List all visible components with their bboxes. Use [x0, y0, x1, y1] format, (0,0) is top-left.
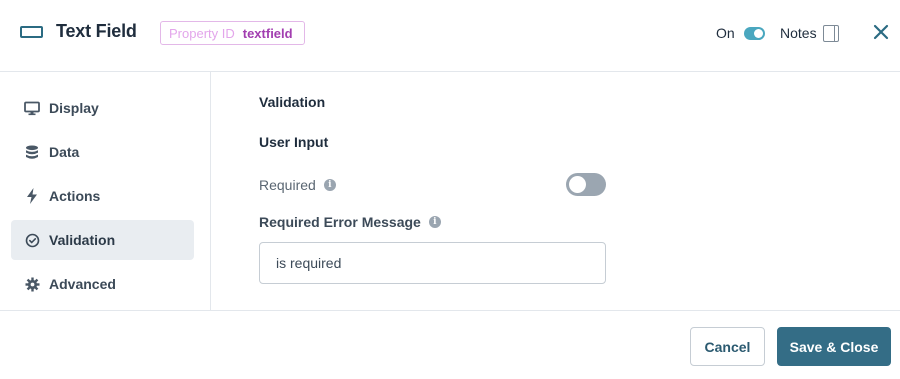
required-label-text: Required [259, 177, 316, 193]
sidebar-item-actions[interactable]: Actions [11, 176, 194, 216]
notes-panel-icon[interactable] [823, 25, 839, 42]
toggle-knob [569, 176, 586, 193]
cancel-button[interactable]: Cancel [690, 327, 765, 366]
info-icon[interactable]: i [428, 216, 441, 228]
modal-title: Text Field [56, 21, 137, 41]
info-icon[interactable]: i [323, 179, 336, 191]
error-message-label: Required Error Message i [259, 214, 441, 230]
close-icon[interactable] [872, 23, 890, 41]
lightning-icon [24, 188, 40, 204]
sidebar-item-label: Display [49, 100, 99, 116]
subsection-title: User Input [259, 134, 329, 150]
section-title: Validation [259, 94, 326, 110]
sidebar-item-display[interactable]: Display [11, 88, 194, 128]
gear-icon [24, 276, 40, 292]
text-field-icon [20, 26, 43, 38]
sidebar-item-validation[interactable]: Validation [11, 220, 194, 260]
on-label: On [716, 25, 735, 41]
sidebar-item-label: Validation [49, 232, 116, 248]
sidebar-item-advanced[interactable]: Advanced [11, 264, 194, 304]
property-id-value: textfield [242, 25, 293, 41]
sidebar-item-label: Advanced [49, 276, 116, 292]
error-message-input[interactable] [259, 242, 606, 284]
monitor-icon [24, 100, 40, 116]
error-message-label-text: Required Error Message [259, 214, 421, 230]
save-close-button[interactable]: Save & Close [777, 327, 891, 366]
notes-label[interactable]: Notes [780, 25, 817, 41]
database-icon [24, 144, 40, 160]
modal-header: Text Field Property ID textfield On Note… [0, 0, 900, 72]
property-id-label: Property ID [169, 25, 235, 41]
sidebar-item-data[interactable]: Data [11, 132, 194, 172]
required-label: Required i [259, 177, 336, 193]
sidebar-item-label: Actions [49, 188, 101, 204]
toggle-knob [754, 29, 763, 38]
required-toggle[interactable] [566, 173, 606, 196]
sidebar-item-label: Data [49, 144, 80, 160]
modal-footer: Cancel Save & Close [0, 310, 900, 379]
on-toggle[interactable] [744, 27, 765, 40]
sidebar-nav: Display Data Actions Validation Advanced [0, 72, 211, 310]
property-id-badge[interactable]: Property ID textfield [160, 21, 305, 45]
check-circle-icon [24, 232, 40, 248]
